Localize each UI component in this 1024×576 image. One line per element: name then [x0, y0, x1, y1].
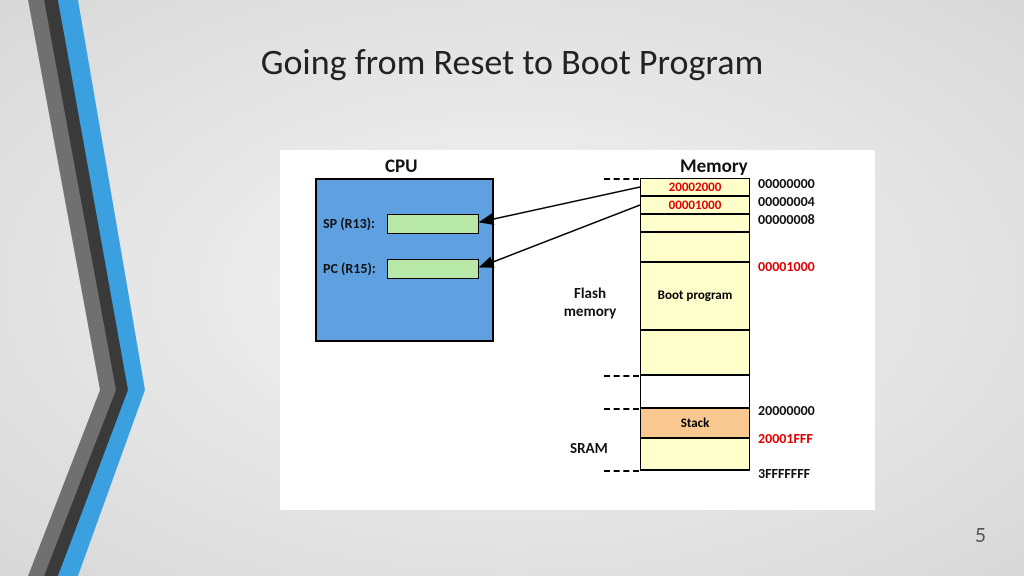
mem-cell-sp-value: 20002000	[640, 178, 750, 196]
dash-line	[604, 470, 639, 472]
mem-cell-pc-value: 00001000	[640, 196, 750, 214]
addr-6: 3FFFFFFF	[758, 465, 810, 482]
sram-label: SRAM	[570, 440, 608, 458]
cpu-header: CPU	[385, 155, 418, 178]
addr-1: 00000004	[758, 193, 815, 210]
mem-cell-gap	[640, 375, 750, 408]
dash-line	[604, 375, 639, 377]
diagram-container: CPU Memory SP (R13): PC (R15): Flash mem…	[280, 150, 875, 510]
cpu-box: SP (R13): PC (R15):	[315, 178, 494, 342]
mem-cell-empty	[640, 232, 750, 262]
sp-register	[387, 214, 479, 234]
page-number: 5	[975, 521, 986, 548]
addr-5: 20001FFF	[758, 430, 813, 447]
mem-cell-stack: Stack	[640, 408, 750, 438]
flash-memory-label: Flash memory	[555, 285, 625, 321]
slide-decoration	[0, 0, 150, 576]
memory-column: 20002000 00001000 Boot program Stack	[640, 178, 750, 505]
pc-label: PC (R15):	[323, 260, 376, 277]
slide: Going from Reset to Boot Program 5 CPU M…	[0, 0, 1024, 576]
mem-cell-gap	[640, 470, 750, 505]
dash-line	[604, 178, 639, 180]
slide-title: Going from Reset to Boot Program	[0, 40, 1024, 84]
addr-4: 20000000	[758, 402, 815, 419]
addr-2: 00000008	[758, 211, 815, 228]
mem-cell-empty	[640, 438, 750, 470]
mem-cell-empty	[640, 330, 750, 375]
addr-3: 00001000	[758, 258, 815, 275]
sp-label: SP (R13):	[323, 215, 375, 232]
dash-line	[604, 408, 639, 410]
memory-header: Memory	[680, 155, 748, 178]
pc-register	[387, 259, 479, 279]
addr-0: 00000000	[758, 175, 815, 192]
mem-cell-boot-program: Boot program	[640, 262, 750, 330]
mem-cell-empty	[640, 214, 750, 232]
